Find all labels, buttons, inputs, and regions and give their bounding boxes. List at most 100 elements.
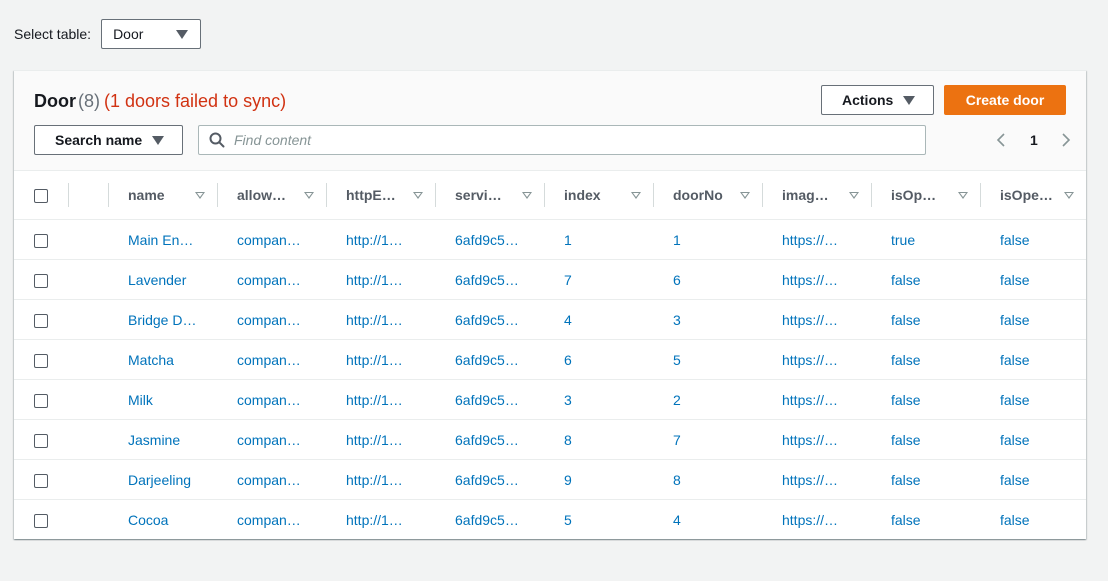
column-header[interactable]: index [544,171,653,220]
table-select-dropdown[interactable]: Door [101,19,202,49]
cell-link[interactable]: 6afd9c5… [455,392,519,408]
cell-link[interactable]: true [891,232,915,248]
select-all-checkbox[interactable] [34,189,48,204]
cell-link[interactable]: false [1000,392,1030,408]
cell-link[interactable]: Main En… [128,232,193,248]
cell-link[interactable]: 6afd9c5… [455,272,519,288]
cell-link[interactable]: compan… [237,232,301,248]
cell-link[interactable]: 8 [673,472,681,488]
column-header[interactable]: httpE… [326,171,435,220]
cell-link[interactable]: 5 [673,352,681,368]
sort-icon[interactable] [958,191,968,199]
cell-link[interactable]: compan… [237,392,301,408]
cell-link[interactable]: 3 [564,392,572,408]
cell-link[interactable]: compan… [237,432,301,448]
cell-link[interactable]: 4 [564,312,572,328]
cell-link[interactable]: 7 [564,272,572,288]
cell-link[interactable]: false [1000,512,1030,528]
row-checkbox[interactable] [34,353,48,368]
cell-link[interactable]: 6afd9c5… [455,312,519,328]
create-door-button[interactable]: Create door [944,85,1066,115]
cell-link[interactable]: compan… [237,472,301,488]
cell-link[interactable]: http://1… [346,272,403,288]
cell-link[interactable]: false [1000,352,1030,368]
cell-link[interactable]: false [891,312,921,328]
cell-link[interactable]: false [891,352,921,368]
cell-link[interactable]: Jasmine [128,432,180,448]
cell-link[interactable]: false [891,392,921,408]
column-header[interactable]: name [108,171,217,220]
cell-link[interactable]: 7 [673,432,681,448]
cell-link[interactable]: compan… [237,352,301,368]
cell-link[interactable]: http://1… [346,512,403,528]
cell-link[interactable]: 6afd9c5… [455,512,519,528]
cell-link[interactable]: https://… [782,432,838,448]
cell-link[interactable]: http://1… [346,312,403,328]
cell-link[interactable]: compan… [237,512,301,528]
cell-link[interactable]: http://1… [346,392,403,408]
cell-link[interactable]: compan… [237,312,301,328]
cell-link[interactable]: 1 [673,232,681,248]
cell-link[interactable]: 5 [564,512,572,528]
sort-icon[interactable] [1064,191,1074,199]
row-checkbox[interactable] [34,273,48,288]
cell-link[interactable]: Cocoa [128,512,168,528]
cell-link[interactable]: Darjeeling [128,472,191,488]
cell-link[interactable]: Matcha [128,352,174,368]
cell-link[interactable]: 6afd9c5… [455,352,519,368]
cell-link[interactable]: false [891,512,921,528]
cell-link[interactable]: http://1… [346,352,403,368]
cell-link[interactable]: false [891,432,921,448]
row-checkbox[interactable] [34,513,48,528]
cell-link[interactable]: false [1000,232,1030,248]
column-header[interactable]: isOpe… [980,171,1086,220]
column-header[interactable]: allow… [217,171,326,220]
cell-link[interactable]: https://… [782,512,838,528]
cell-link[interactable]: 3 [673,312,681,328]
row-checkbox[interactable] [34,233,48,248]
column-header[interactable]: doorNo [653,171,762,220]
cell-link[interactable]: https://… [782,272,838,288]
cell-link[interactable]: 2 [673,392,681,408]
cell-link[interactable]: 6afd9c5… [455,432,519,448]
row-checkbox[interactable] [34,473,48,488]
row-checkbox[interactable] [34,433,48,448]
sort-icon[interactable] [522,191,532,199]
sort-icon[interactable] [631,191,641,199]
cell-link[interactable]: 6 [673,272,681,288]
cell-link[interactable]: false [1000,272,1030,288]
chevron-right-icon[interactable] [1057,132,1073,148]
cell-link[interactable]: 1 [564,232,572,248]
cell-link[interactable]: 4 [673,512,681,528]
chevron-left-icon[interactable] [994,132,1010,148]
cell-link[interactable]: false [891,272,921,288]
cell-link[interactable]: http://1… [346,472,403,488]
sort-icon[interactable] [304,191,314,199]
cell-link[interactable]: https://… [782,352,838,368]
cell-link[interactable]: 6 [564,352,572,368]
cell-link[interactable]: https://… [782,312,838,328]
cell-link[interactable]: 6afd9c5… [455,232,519,248]
sort-icon[interactable] [413,191,423,199]
actions-button[interactable]: Actions [821,85,934,115]
cell-link[interactable]: http://1… [346,432,403,448]
search-name-dropdown[interactable]: Search name [34,125,183,155]
cell-link[interactable]: https://… [782,472,838,488]
cell-link[interactable]: false [891,472,921,488]
cell-link[interactable]: https://… [782,232,838,248]
cell-link[interactable]: Lavender [128,272,186,288]
column-header[interactable]: isOp… [871,171,980,220]
column-header[interactable]: servi… [435,171,544,220]
sort-icon[interactable] [740,191,750,199]
cell-link[interactable]: Milk [128,392,153,408]
column-header[interactable]: imag… [762,171,871,220]
current-page-number[interactable]: 1 [1030,132,1038,148]
row-checkbox[interactable] [34,313,48,328]
cell-link[interactable]: false [1000,432,1030,448]
row-checkbox[interactable] [34,393,48,408]
cell-link[interactable]: false [1000,472,1030,488]
cell-link[interactable]: http://1… [346,232,403,248]
cell-link[interactable]: 9 [564,472,572,488]
cell-link[interactable]: 8 [564,432,572,448]
cell-link[interactable]: compan… [237,272,301,288]
